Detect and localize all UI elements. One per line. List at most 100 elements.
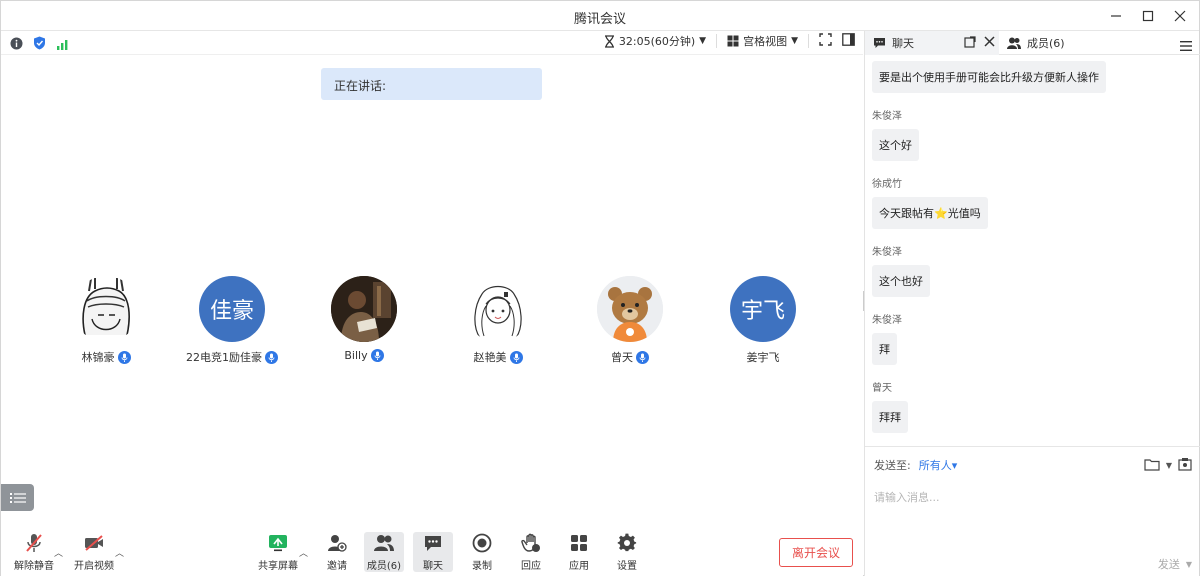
participant-tile[interactable]: 佳豪 22电竞1励佳豪 — [167, 276, 297, 365]
popout-icon[interactable] — [964, 36, 976, 51]
invite-label: 邀请 — [327, 561, 347, 572]
chat-message: 曾天 拜拜 — [872, 379, 1200, 433]
mic-icon — [117, 350, 131, 364]
security-shield-icon[interactable] — [33, 35, 46, 54]
invite-icon — [326, 532, 348, 554]
minimize-icon[interactable] — [1105, 5, 1127, 27]
mic-icon — [370, 349, 384, 362]
start-video-button[interactable]: 开启视频 — [71, 532, 117, 572]
participant-grid: 林锦豪 佳豪 22电竞1励佳豪 Billy 赵艳美 曾天 宇飞 姜宇飞 — [1, 276, 863, 366]
record-button[interactable]: 录制 — [460, 532, 504, 572]
speaking-indicator: 正在讲话: — [321, 68, 542, 100]
unmute-button[interactable]: 解除静音 — [11, 532, 57, 572]
message-bubble: 要是出个使用手册可能会比升级方便新人操作 — [872, 61, 1106, 93]
participant-tile[interactable]: 曾天 — [565, 276, 695, 365]
participant-list-toggle[interactable] — [1, 484, 34, 511]
members-icon — [373, 532, 395, 554]
view-label: 宫格视图 — [743, 35, 788, 48]
chevron-down-icon[interactable]: ▼ — [1166, 461, 1172, 470]
tab-chat-label: 聊天 — [892, 37, 914, 50]
message-bubble: 这个也好 — [872, 265, 930, 297]
meeting-top-bar: 32:05(60分钟) ▼ 宫格视图 ▼ — [1, 31, 863, 55]
participant-tile[interactable]: 林锦豪 — [41, 276, 171, 365]
tab-members[interactable]: 成员(6) — [1005, 31, 1065, 55]
camera-off-icon — [83, 532, 105, 554]
mic-muted-icon — [23, 532, 45, 554]
avatar: 佳豪 — [199, 276, 265, 342]
apps-label: 应用 — [569, 561, 589, 572]
avatar — [597, 276, 663, 342]
message-sender: 徐成竹 — [872, 179, 902, 190]
send-to-dropdown[interactable]: 所有人▾ — [919, 457, 958, 473]
settings-label: 设置 — [617, 561, 637, 572]
chat-message: 朱俊泽 这个好 — [872, 107, 1200, 161]
title-bar: 腾讯会议 — [1, 1, 1199, 31]
close-icon[interactable] — [984, 36, 995, 51]
message-bubble: 这个好 — [872, 129, 919, 161]
participant-tile[interactable]: Billy — [299, 276, 429, 362]
message-sender: 曾天 — [872, 383, 892, 394]
video-label: 开启视频 — [74, 561, 114, 572]
react-button[interactable]: 回应 — [509, 532, 553, 572]
members-icon — [1007, 37, 1021, 49]
info-icon[interactable] — [10, 35, 23, 54]
react-label: 回应 — [521, 561, 541, 572]
participant-name: Billy — [344, 349, 368, 362]
chat-button[interactable]: 聊天 — [413, 532, 453, 572]
avatar — [465, 276, 531, 342]
share-screen-button[interactable]: 共享屏幕 — [255, 532, 301, 572]
message-sender: 朱俊泽 — [872, 247, 902, 258]
meeting-timer[interactable]: 32:05(60分钟) ▼ — [604, 33, 706, 49]
chevron-down-icon[interactable]: ▼ — [1186, 560, 1192, 569]
chat-messages[interactable]: 要是出个使用手册可能会比升级方便新人操作 朱俊泽 这个好 徐成竹 今天跟帖有⭐光… — [865, 55, 1200, 445]
apps-button[interactable]: 应用 — [557, 532, 601, 572]
send-to-label: 发送至: — [874, 459, 911, 472]
sidebar-toggle-icon[interactable] — [842, 33, 855, 49]
side-panel: 聊天 成员(6) 要是出个使用手册可能会比升级方便新人操作 朱俊泽 这个好 徐成… — [864, 31, 1200, 576]
share-label: 共享屏幕 — [258, 561, 298, 572]
members-label: 成员(6) — [366, 561, 402, 572]
participant-tile[interactable]: 宇飞 姜宇飞 — [698, 276, 828, 365]
mic-icon — [265, 350, 278, 364]
chevron-up-icon[interactable]: ︿ — [54, 546, 63, 559]
participant-name: 22电竞1励佳豪 — [186, 351, 262, 364]
send-button[interactable]: 发送 — [1158, 556, 1180, 572]
members-button[interactable]: 成员(6) — [364, 532, 404, 572]
chevron-down-icon: ▼ — [699, 36, 707, 46]
participant-name: 赵艳美 — [473, 351, 507, 364]
chat-input[interactable] — [874, 487, 1184, 507]
fullscreen-icon[interactable] — [819, 33, 832, 49]
menu-icon[interactable] — [1180, 36, 1192, 55]
maximize-icon[interactable] — [1137, 5, 1159, 27]
message-bubble: 拜拜 — [872, 401, 908, 433]
chat-icon — [422, 532, 444, 554]
message-sender: 朱俊泽 — [872, 111, 902, 122]
view-switch-button[interactable]: 宫格视图 ▼ — [727, 33, 798, 49]
message-bubble: 拜 — [872, 333, 897, 365]
tab-chat[interactable]: 聊天 — [865, 31, 999, 55]
chevron-up-icon[interactable]: ︿ — [115, 546, 124, 559]
share-screen-icon — [267, 532, 289, 554]
chat-message: 朱俊泽 这个也好 — [872, 243, 1200, 297]
mic-icon — [509, 350, 523, 364]
participant-name: 林锦豪 — [81, 351, 115, 364]
participant-tile[interactable]: 赵艳美 — [433, 276, 563, 365]
chat-icon — [874, 38, 885, 48]
screenshot-icon[interactable] — [1178, 456, 1192, 475]
grid-view-icon — [727, 35, 739, 47]
close-icon[interactable] — [1169, 5, 1191, 27]
leave-meeting-button[interactable]: 离开会议 — [779, 538, 853, 567]
meeting-stage: 正在讲话: 林锦豪 佳豪 22电竞1励佳豪 Billy 赵艳美 曾天 宇飞 姜宇… — [1, 56, 863, 522]
settings-button[interactable]: 设置 — [605, 532, 649, 572]
signal-icon[interactable] — [56, 35, 69, 54]
avatar — [331, 276, 397, 342]
panel-tabs: 聊天 成员(6) — [865, 31, 1200, 55]
invite-button[interactable]: 邀请 — [315, 532, 359, 572]
hand-icon — [520, 532, 542, 554]
folder-icon[interactable] — [1144, 456, 1160, 475]
tab-members-label: 成员(6) — [1027, 37, 1065, 50]
unmute-label: 解除静音 — [14, 561, 54, 572]
meeting-toolbar: 解除静音 ︿ 开启视频 ︿ 共享屏幕 ︿ 邀请 成员(6) 聊天 录制 回应 应… — [1, 522, 863, 576]
chevron-up-icon[interactable]: ︿ — [299, 546, 308, 559]
hourglass-icon — [604, 34, 614, 48]
